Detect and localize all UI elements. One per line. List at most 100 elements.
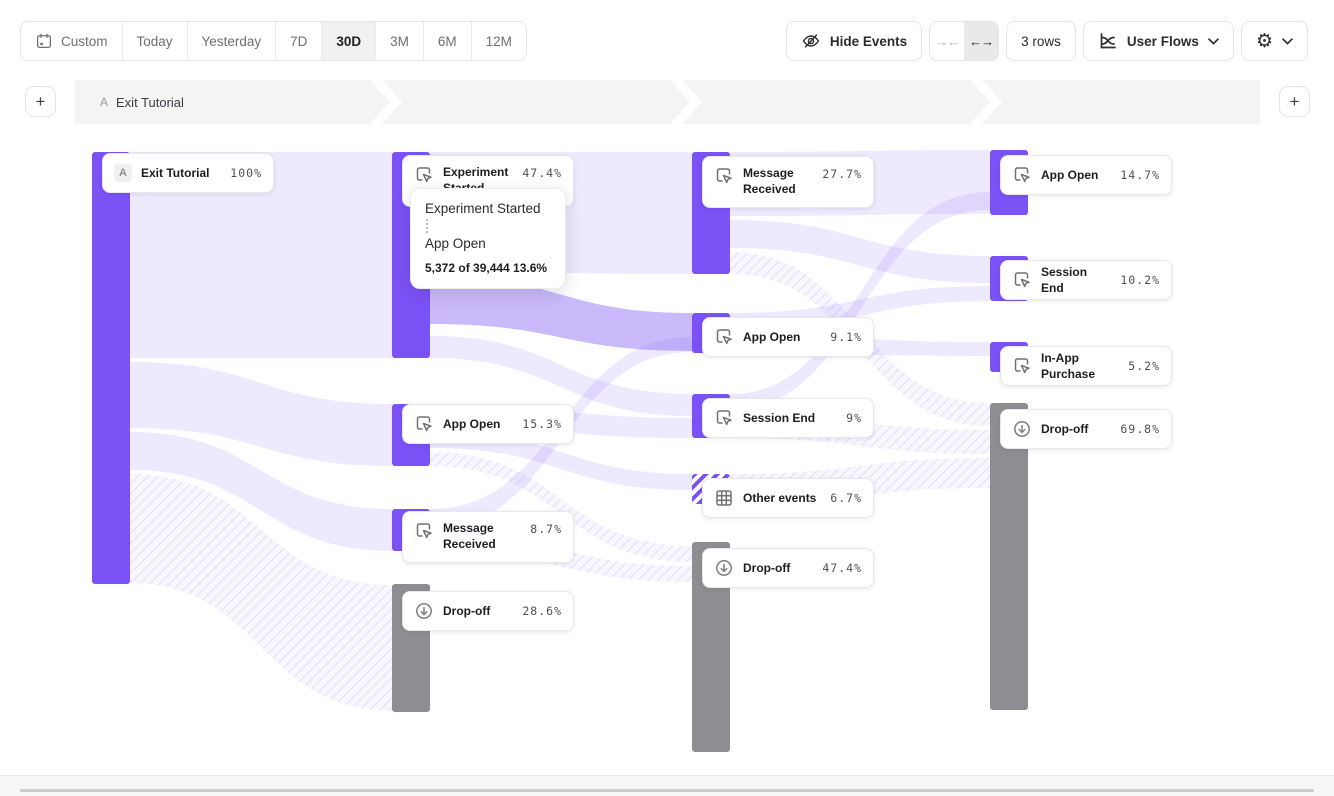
node-title: Message Received xyxy=(443,520,521,552)
flow-node-card-app-open-col3[interactable]: App Open 9.1% xyxy=(702,317,874,357)
date-range-label: Today xyxy=(137,34,173,49)
tooltip-stat: 5,372 of 39,444 13.6% xyxy=(425,261,553,275)
date-range-label: 12M xyxy=(486,34,512,49)
settings-button[interactable]: ⚙ xyxy=(1241,21,1308,61)
node-title: Message Received xyxy=(743,165,813,197)
hide-events-button[interactable]: Hide Events xyxy=(786,21,922,61)
step-letter-badge: A xyxy=(114,164,132,182)
node-percentage: 9% xyxy=(846,411,862,425)
date-range-yesterday[interactable]: Yesterday xyxy=(187,22,276,60)
chevron-down-icon xyxy=(1282,38,1293,45)
node-title: App Open xyxy=(1041,167,1111,183)
event-click-icon xyxy=(414,165,434,185)
date-range-12m[interactable]: 12M xyxy=(471,22,526,60)
date-range-30d[interactable]: 30D xyxy=(321,22,375,60)
node-percentage: 8.7% xyxy=(530,522,562,536)
event-click-icon xyxy=(714,408,734,428)
node-percentage: 69.8% xyxy=(1120,422,1160,436)
flow-node-card-session-end-col4[interactable]: Session End 10.2% xyxy=(1000,260,1172,300)
flow-node-card-message-received-col2[interactable]: Message Received 8.7% xyxy=(402,511,574,563)
chevron-down-icon xyxy=(1208,38,1219,45)
add-step-before-button[interactable]: + xyxy=(25,86,56,117)
flow-node-card-app-open-col4[interactable]: App Open 14.7% xyxy=(1000,155,1172,195)
event-click-icon xyxy=(414,521,434,541)
flow-node-card-other-events-col3[interactable]: Other events 6.7% xyxy=(702,478,874,518)
flow-node-card-drop-off-col3[interactable]: Drop-off 47.4% xyxy=(702,548,874,588)
add-step-after-button[interactable]: + xyxy=(1279,86,1310,117)
date-range-label: Yesterday xyxy=(202,34,262,49)
date-range-label: 30D xyxy=(336,34,361,49)
user-flows-app: Custom Today Yesterday 7D 30D 3M 6M 12M Hide Ev… xyxy=(0,0,1334,796)
node-percentage: 47.4% xyxy=(522,166,562,180)
date-range-label: Custom xyxy=(61,34,108,49)
calendar-icon xyxy=(35,32,53,50)
node-title: Drop-off xyxy=(743,560,813,576)
event-click-icon xyxy=(1012,165,1032,185)
flow-node-card-message-received-col3[interactable]: Message Received 27.7% xyxy=(702,156,874,208)
node-title: Session End xyxy=(1041,264,1111,296)
toolbar-right-tools: Hide Events →← ←→ 3 rows User Flows xyxy=(786,21,1308,61)
horizontal-scrollbar[interactable] xyxy=(20,789,1314,792)
flow-bar-exit-tutorial-col1[interactable] xyxy=(92,152,130,584)
node-title: Session End xyxy=(743,410,837,426)
tooltip-from-event: Experiment Started xyxy=(425,201,553,216)
flow-bar-drop-off-col4[interactable] xyxy=(990,403,1028,710)
hide-events-label: Hide Events xyxy=(830,34,907,49)
grid-icon xyxy=(714,488,734,508)
column-width-toggle: →← ←→ xyxy=(929,21,999,61)
chart-type-label: User Flows xyxy=(1127,34,1199,49)
user-flows-icon xyxy=(1098,31,1118,51)
flow-node-card-drop-off-col4[interactable]: Drop-off 69.8% xyxy=(1000,409,1172,449)
event-click-icon xyxy=(714,166,734,186)
expand-columns-button[interactable]: ←→ xyxy=(964,22,998,60)
tooltip-connector xyxy=(426,219,553,233)
flow-steps-strip[interactable] xyxy=(75,80,1260,124)
node-title: Exit Tutorial xyxy=(141,165,221,181)
event-click-icon xyxy=(1012,270,1032,290)
node-title: App Open xyxy=(743,329,821,345)
node-percentage: 27.7% xyxy=(822,167,862,181)
node-percentage: 6.7% xyxy=(830,491,862,505)
collapse-columns-button[interactable]: →← xyxy=(930,22,964,60)
date-range-3m[interactable]: 3M xyxy=(375,22,423,60)
drop-off-icon xyxy=(414,601,434,621)
node-title: Other events xyxy=(743,490,821,506)
start-step-label: A Exit Tutorial xyxy=(100,80,184,124)
tooltip-to-event: App Open xyxy=(425,236,553,251)
date-range-today[interactable]: Today xyxy=(122,22,187,60)
drop-off-icon xyxy=(714,558,734,578)
gear-icon: ⚙ xyxy=(1256,32,1273,51)
flow-node-card-in-app-purchase-col4[interactable]: In-App Purchase 5.2% xyxy=(1000,346,1172,386)
flow-node-card-exit-tutorial-col1[interactable]: A Exit Tutorial 100% xyxy=(102,153,274,193)
node-percentage: 100% xyxy=(230,166,262,180)
flow-node-card-app-open-col2[interactable]: App Open 15.3% xyxy=(402,404,574,444)
node-title: Drop-off xyxy=(443,603,513,619)
date-range-group: Custom Today Yesterday 7D 30D 3M 6M 12M xyxy=(20,21,527,61)
node-percentage: 47.4% xyxy=(822,561,862,575)
date-range-custom[interactable]: Custom xyxy=(21,22,122,60)
node-percentage: 14.7% xyxy=(1120,168,1160,182)
date-range-label: 3M xyxy=(390,34,409,49)
chart-type-dropdown[interactable]: User Flows xyxy=(1083,21,1234,61)
node-percentage: 9.1% xyxy=(830,330,862,344)
node-percentage: 5.2% xyxy=(1128,359,1160,373)
flow-node-card-session-end-col3[interactable]: Session End 9% xyxy=(702,398,874,438)
flow-node-card-drop-off-col2[interactable]: Drop-off28.6% xyxy=(402,591,574,631)
eye-off-icon xyxy=(801,31,821,51)
node-percentage: 10.2% xyxy=(1120,273,1160,287)
date-range-label: 6M xyxy=(438,34,457,49)
rows-button[interactable]: 3 rows xyxy=(1006,21,1076,61)
link-tooltip: Experiment Started App Open 5,372 of 39,… xyxy=(410,188,566,289)
bottom-panel xyxy=(0,775,1334,796)
node-title: In-App Purchase xyxy=(1041,350,1119,382)
event-click-icon xyxy=(1012,356,1032,376)
event-click-icon xyxy=(714,327,734,347)
drop-off-icon xyxy=(1012,419,1032,439)
step-badge: A xyxy=(100,95,108,109)
date-range-6m[interactable]: 6M xyxy=(423,22,471,60)
date-range-7d[interactable]: 7D xyxy=(275,22,321,60)
node-title: App Open xyxy=(443,416,513,432)
node-title: Drop-off xyxy=(1041,421,1111,437)
toolbar: Custom Today Yesterday 7D 30D 3M 6M 12M Hide Ev… xyxy=(0,0,1334,62)
node-percentage: 15.3% xyxy=(522,417,562,431)
